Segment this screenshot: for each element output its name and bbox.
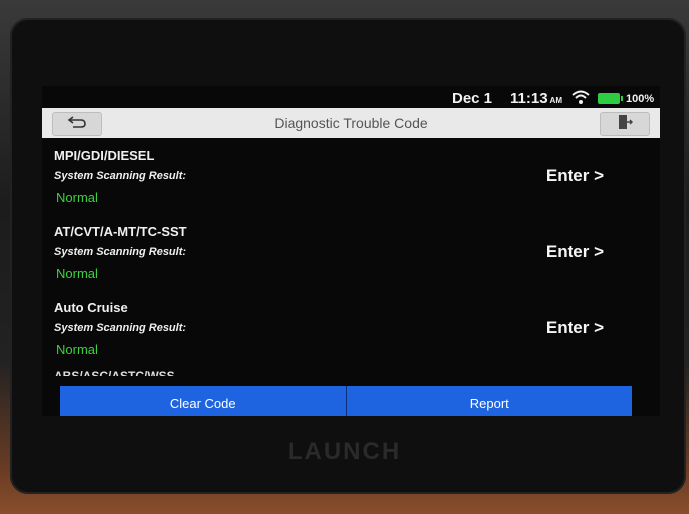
list-item[interactable]: AT/CVT/A-MT/TC-SST System Scanning Resul… bbox=[42, 214, 660, 290]
report-button[interactable]: Report bbox=[345, 386, 632, 416]
battery-percent: 100% bbox=[626, 93, 655, 105]
scan-result-label: System Scanning Result: bbox=[54, 322, 187, 334]
list-item[interactable]: MPI/GDI/DIESEL System Scanning Result: N… bbox=[42, 138, 660, 214]
system-name-partial[interactable]: ABS/ASC/ASTC/WSS bbox=[54, 370, 175, 376]
status-time-value: 11:13 bbox=[510, 90, 548, 107]
scan-status: Normal bbox=[56, 190, 98, 205]
scan-status: Normal bbox=[56, 342, 98, 357]
status-time: 11:13 AM bbox=[510, 90, 562, 107]
status-date: Dec 1 bbox=[452, 90, 493, 107]
brand-logo: LAUNCH bbox=[287, 438, 402, 465]
enter-button[interactable]: Enter > bbox=[546, 318, 604, 338]
list-item[interactable]: Auto Cruise System Scanning Result: Norm… bbox=[42, 290, 660, 366]
scan-status: Normal bbox=[56, 266, 98, 281]
system-list: MPI/GDI/DIESEL System Scanning Result: N… bbox=[42, 138, 660, 376]
scan-result-label: System Scanning Result: bbox=[54, 170, 187, 182]
page-title: Diagnostic Trouble Code bbox=[274, 115, 428, 131]
clear-code-button[interactable]: Clear Code bbox=[60, 386, 346, 416]
wifi-icon bbox=[572, 90, 590, 108]
screen: Dec 1 11:13 AM 100% Diagnostic Trouble Co… bbox=[42, 86, 660, 416]
system-name: MPI/GDI/DIESEL bbox=[54, 148, 155, 163]
enter-button[interactable]: Enter > bbox=[546, 166, 604, 186]
exit-button[interactable] bbox=[600, 112, 650, 136]
status-ampm: AM bbox=[549, 96, 562, 105]
title-bar: Diagnostic Trouble Code bbox=[42, 108, 660, 138]
action-bar: Clear Code Report bbox=[60, 386, 632, 416]
system-name: Auto Cruise bbox=[54, 300, 128, 315]
system-name: AT/CVT/A-MT/TC-SST bbox=[54, 224, 187, 239]
status-bar: Dec 1 11:13 AM 100% bbox=[42, 86, 660, 108]
enter-button[interactable]: Enter > bbox=[546, 242, 604, 262]
scan-result-label: System Scanning Result: bbox=[54, 246, 187, 258]
exit-icon bbox=[617, 114, 634, 135]
battery-icon bbox=[598, 93, 623, 104]
